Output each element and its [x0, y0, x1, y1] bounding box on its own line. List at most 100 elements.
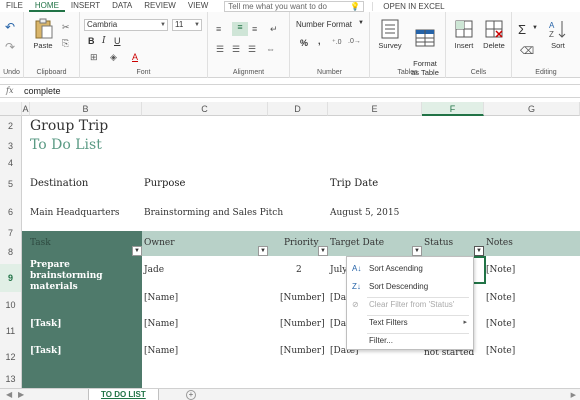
tab-file[interactable]: FILE [0, 0, 29, 12]
priority-cell[interactable]: [Number] [280, 319, 325, 329]
worksheet[interactable]: Group Trip To Do List Destination Purpos… [22, 116, 580, 388]
wrap-text-icon[interactable]: ↵ [270, 24, 278, 35]
sort-label: Sort [551, 41, 565, 50]
filter-dropdown-target-date[interactable]: ▼ [412, 246, 422, 256]
open-in-excel-button[interactable]: OPEN IN EXCEL [372, 1, 454, 11]
text-filters-label: Text Filters [369, 318, 408, 327]
tab-insert[interactable]: INSERT [65, 0, 106, 12]
col-header-g[interactable]: G [484, 102, 580, 116]
row-header-6[interactable]: 6 [0, 198, 22, 226]
copy-icon[interactable]: ⎘ [62, 38, 69, 49]
autosum-icon[interactable]: Σ [518, 22, 526, 37]
notes-cell[interactable]: [Note] [486, 346, 515, 356]
cells-label: Cells [470, 69, 487, 76]
merge-icon[interactable]: ⇔ [266, 44, 275, 54]
trip-date-value[interactable]: August 5, 2015 [330, 208, 399, 218]
prev-sheet-icon[interactable]: ◀ [6, 389, 12, 400]
increase-decimal-icon[interactable]: ⁺.0 [332, 38, 342, 46]
comma-button[interactable]: , [318, 36, 321, 46]
delete-cells-button[interactable]: Delete [480, 18, 508, 50]
number-format-select[interactable]: Number Format [296, 20, 352, 29]
filter-dropdown-status[interactable]: ▼ [474, 246, 484, 256]
align-right-icon[interactable]: ☰ [248, 44, 256, 55]
row-header-11[interactable]: 11 [0, 318, 22, 344]
owner-cell[interactable]: Jade [144, 265, 164, 275]
sort-ascending-item[interactable]: A↓ Sort Ascending [347, 261, 473, 277]
owner-cell[interactable]: [Name] [144, 319, 178, 329]
font-size-select[interactable]: 11 ▼ [172, 19, 202, 31]
align-center-icon[interactable]: ☰ [232, 44, 240, 55]
tab-data[interactable]: DATA [106, 0, 138, 12]
text-filters-item[interactable]: Text Filters ▸ [347, 315, 473, 331]
cut-icon[interactable]: ✂ [62, 22, 70, 33]
sort-button[interactable]: AZ Sort [544, 18, 572, 50]
font-name-select[interactable]: Cambria ▼ [84, 19, 168, 31]
tab-view[interactable]: VIEW [182, 0, 214, 12]
font-color-icon[interactable]: A [132, 52, 138, 62]
fill-color-icon[interactable]: ◈ [110, 52, 117, 63]
task-cell[interactable]: Prepare brainstorming materials [30, 260, 140, 293]
col-header-b[interactable]: B [30, 102, 142, 116]
tell-me-input[interactable]: Tell me what you want to do 💡 [224, 0, 365, 12]
decrease-decimal-icon[interactable]: .0→ [348, 38, 361, 45]
col-header-e[interactable]: E [328, 102, 422, 116]
col-header-d[interactable]: D [268, 102, 328, 116]
next-sheet-icon[interactable]: ▶ [18, 389, 24, 400]
formula-bar[interactable]: fx complete [0, 84, 580, 98]
bold-button[interactable]: B [88, 36, 95, 46]
row-header-4[interactable]: 4 [0, 156, 22, 170]
destination-value[interactable]: Main Headquarters [30, 208, 120, 218]
sort-descending-item[interactable]: Z↓ Sort Descending [347, 279, 473, 295]
undo-icon[interactable]: ↶ [5, 20, 15, 34]
col-header-f[interactable]: F [422, 102, 484, 116]
purpose-value[interactable]: Brainstorming and Sales Pitch [144, 208, 283, 218]
scroll-right-icon[interactable]: ▶ [571, 391, 576, 399]
tab-review[interactable]: REVIEW [138, 0, 182, 12]
notes-cell[interactable]: [Note] [486, 293, 515, 303]
survey-button[interactable]: Survey [376, 18, 404, 50]
align-top-icon[interactable]: ≡ [216, 24, 221, 34]
redo-icon[interactable]: ↷ [5, 40, 15, 54]
sort-icon: AZ [549, 21, 566, 39]
row-header-5[interactable]: 5 [0, 170, 22, 198]
task-cell[interactable]: [Task] [30, 319, 62, 329]
col-header-a[interactable]: A [22, 102, 30, 116]
priority-cell[interactable]: [Number] [280, 293, 325, 303]
row-header-7[interactable]: 7 [0, 226, 22, 240]
row-header-2[interactable]: 2 [0, 116, 22, 136]
row-header-3[interactable]: 3 [0, 136, 22, 156]
filter-dropdown-owner[interactable]: ▼ [258, 246, 268, 256]
paste-button[interactable]: Paste [30, 18, 56, 50]
task-cell[interactable]: [Task] [30, 346, 62, 356]
italic-button[interactable]: I [102, 36, 106, 46]
priority-cell[interactable]: [Number] [280, 346, 325, 356]
filter-dropdown-task[interactable]: ▼ [132, 246, 142, 256]
borders-icon[interactable]: ⊞ [90, 52, 98, 63]
align-left-icon[interactable]: ☰ [216, 44, 224, 55]
owner-cell[interactable]: [Name] [144, 293, 178, 303]
row-header-10[interactable]: 10 [0, 292, 22, 318]
notes-cell[interactable]: [Note] [486, 265, 515, 275]
align-bottom-icon[interactable]: ≡ [252, 24, 257, 34]
owner-cell[interactable]: [Name] [144, 346, 178, 356]
tab-home[interactable]: HOME [28, 0, 65, 12]
select-all-corner[interactable] [0, 102, 22, 116]
date-cell[interactable]: July [330, 265, 347, 275]
priority-cell[interactable]: 2 [296, 265, 302, 275]
row-header-8[interactable]: 8 [0, 240, 22, 264]
underline-button[interactable]: U [114, 36, 121, 46]
align-middle-icon[interactable]: ≡ [232, 22, 248, 36]
filter-item[interactable]: Filter... [347, 333, 473, 349]
sheet-tab-to-do-list[interactable]: TO DO LIST [88, 389, 159, 400]
insert-cells-button[interactable]: Insert [450, 18, 478, 50]
formula-value[interactable]: complete [24, 86, 61, 96]
row-header-9[interactable]: 9 [0, 264, 22, 292]
notes-cell[interactable]: [Note] [486, 319, 515, 329]
filter-dropdown-priority[interactable]: ▼ [318, 246, 328, 256]
row-header-13[interactable]: 13 [0, 370, 22, 388]
percent-button[interactable]: % [300, 38, 308, 48]
row-header-12[interactable]: 12 [0, 344, 22, 370]
add-sheet-icon[interactable]: + [186, 390, 196, 400]
clear-icon[interactable]: ⌫ [520, 46, 534, 57]
col-header-c[interactable]: C [142, 102, 268, 116]
